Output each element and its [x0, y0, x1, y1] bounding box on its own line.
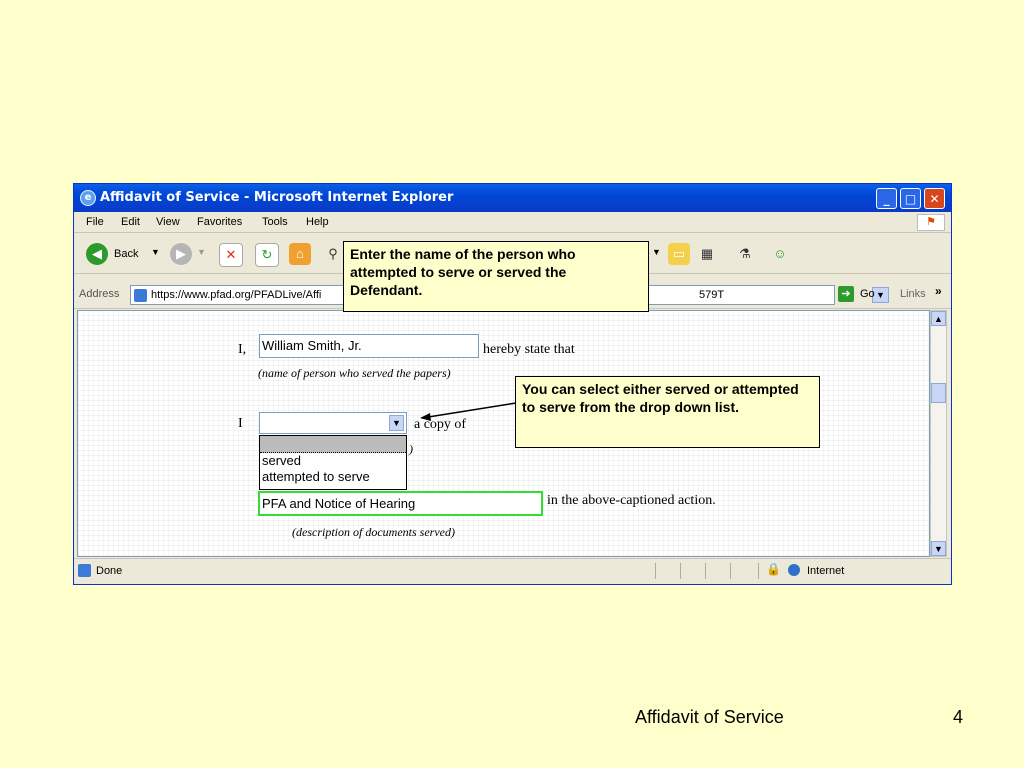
status-divider: [758, 563, 759, 579]
menu-bar: File Edit View Favorites Tools Help ⚑: [74, 212, 951, 233]
menu-view[interactable]: View: [156, 216, 180, 228]
line2-prefix: I: [238, 416, 243, 431]
menu-edit[interactable]: Edit: [121, 216, 140, 228]
stop-icon[interactable]: ✕: [219, 243, 243, 267]
search-icon[interactable]: ⚲: [322, 243, 344, 265]
line2-suffix: a copy of: [414, 417, 467, 432]
favorites-folder-icon[interactable]: ▭: [668, 243, 690, 265]
address-label: Address: [79, 288, 120, 300]
refresh-icon[interactable]: ↻: [255, 243, 279, 267]
security-zone: Internet: [807, 565, 845, 577]
chevron-down-icon[interactable]: ▼: [389, 415, 404, 431]
served-dropdown-list: served attempted to serve: [259, 435, 407, 490]
maximize-button[interactable]: □: [900, 188, 921, 209]
menu-file[interactable]: File: [86, 216, 104, 228]
scroll-up-icon[interactable]: ▲: [931, 311, 946, 326]
menu-favorites[interactable]: Favorites: [197, 216, 242, 228]
vertical-scrollbar[interactable]: ▲ ▼: [930, 310, 947, 557]
status-bar: Done 🔒 Internet: [74, 558, 951, 583]
minimize-button[interactable]: _: [876, 188, 897, 209]
chevron-right-icon[interactable]: »: [935, 284, 942, 298]
line1-suffix: hereby state that: [483, 342, 575, 357]
name-input[interactable]: William Smith, Jr.: [259, 334, 479, 358]
links-label[interactable]: Links: [900, 288, 926, 300]
home-icon[interactable]: ⌂: [289, 243, 311, 265]
docs-suffix: in the above-captioned action.: [547, 493, 716, 508]
dropdown-option-blank[interactable]: [260, 436, 406, 453]
forward-dropdown-icon[interactable]: ▼: [197, 247, 206, 257]
back-icon[interactable]: ◀: [86, 243, 108, 265]
page-number: 4: [953, 707, 964, 727]
window-title: Affidavit of Service - Microsoft Interne…: [100, 190, 454, 205]
docs-caption: (description of documents served): [292, 525, 455, 539]
go-arrow-icon[interactable]: ➔: [838, 286, 854, 302]
globe-icon: [788, 564, 800, 576]
status-text: Done: [96, 565, 123, 577]
page-status-icon: [78, 564, 91, 577]
name-caption: (name of person who served the papers): [258, 366, 451, 380]
status-divider: [705, 563, 706, 579]
dropdown-option-served[interactable]: served: [260, 453, 406, 469]
dropdown-option-attempted[interactable]: attempted to serve: [260, 469, 406, 485]
status-divider: [680, 563, 681, 579]
page-icon: [134, 289, 147, 302]
back-label[interactable]: Back: [114, 248, 138, 260]
go-button[interactable]: Go: [860, 288, 875, 300]
toolbar-dropdown-icon[interactable]: ▼: [652, 247, 661, 257]
messenger-icon[interactable]: ☺: [769, 243, 791, 265]
scroll-thumb[interactable]: [931, 383, 946, 403]
footer-title: Affidavit of Service: [635, 707, 784, 727]
menu-help[interactable]: Help: [306, 216, 329, 228]
status-divider: [730, 563, 731, 579]
callout-name: Enter the name of the person who attempt…: [343, 241, 649, 312]
documents-input[interactable]: PFA and Notice of Hearing: [258, 491, 543, 516]
history-icon[interactable]: ▦: [696, 243, 718, 265]
address-url-tail: 579T: [699, 289, 725, 301]
menu-tools[interactable]: Tools: [262, 216, 288, 228]
research-icon[interactable]: ⚗: [734, 243, 756, 265]
served-select[interactable]: ▼: [259, 412, 407, 434]
back-dropdown-icon[interactable]: ▼: [151, 247, 160, 257]
line1-prefix: I,: [238, 342, 247, 357]
lock-icon: 🔒: [766, 562, 781, 576]
close-button[interactable]: ✕: [924, 188, 945, 209]
forward-icon[interactable]: ▶: [170, 243, 192, 265]
address-url: https://www.pfad.org/PFADLive/Affi: [151, 289, 322, 301]
served-caption: ): [409, 442, 413, 456]
ie-icon: e: [80, 190, 96, 206]
windows-logo-icon: ⚑: [917, 214, 945, 231]
scroll-down-icon[interactable]: ▼: [931, 541, 946, 556]
callout-served: You can select either served or attempte…: [515, 376, 820, 448]
title-bar: e Affidavit of Service - Microsoft Inter…: [74, 184, 951, 212]
status-divider: [655, 563, 656, 579]
